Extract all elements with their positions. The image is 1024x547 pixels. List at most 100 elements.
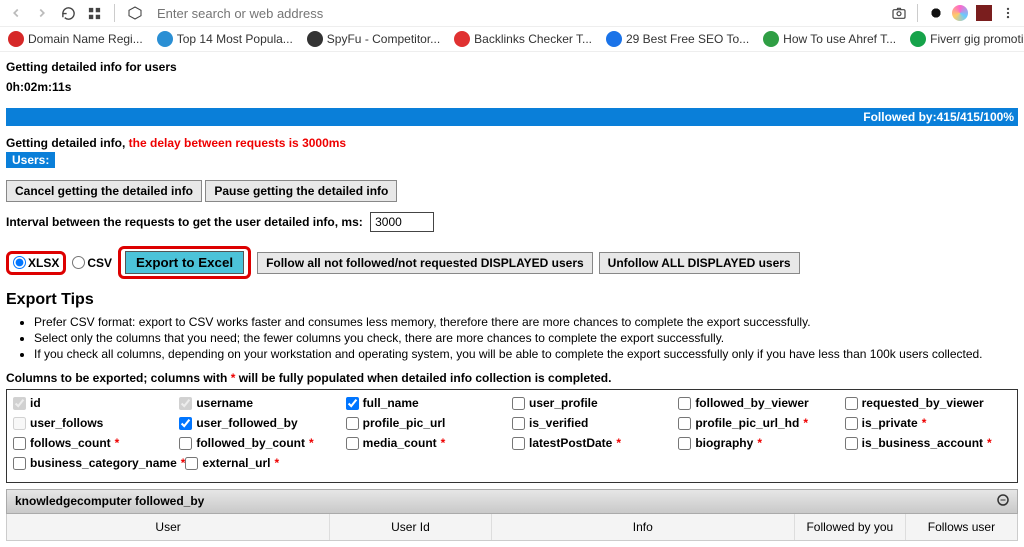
column-option[interactable]: requested_by_viewer (845, 396, 1011, 410)
column-checkbox[interactable] (13, 457, 26, 470)
ext-icon-1[interactable] (928, 5, 944, 21)
table-header-cell: Followed by you (795, 514, 906, 540)
export-tips-heading: Export Tips (6, 291, 1018, 309)
column-option[interactable]: media_count* (346, 436, 512, 450)
bookmark-item[interactable]: SpyFu - Competitor... (307, 31, 440, 47)
bookmark-item[interactable]: Domain Name Regi... (8, 31, 143, 47)
delay-value: the delay between requests is 3000ms (129, 136, 346, 150)
separator (114, 4, 115, 22)
export-button[interactable]: Export to Excel (125, 251, 244, 274)
column-checkbox[interactable] (845, 437, 858, 450)
column-label: username (196, 396, 253, 410)
columns-header: Columns to be exported; columns with * w… (6, 371, 1018, 385)
column-checkbox[interactable] (179, 417, 192, 430)
column-checkbox[interactable] (346, 417, 359, 430)
column-checkbox[interactable] (346, 437, 359, 450)
format-xlsx-radio[interactable] (13, 256, 26, 269)
bookmarks-bar: Domain Name Regi... Top 14 Most Popula...… (0, 27, 1024, 52)
bookmark-label: Backlinks Checker T... (474, 32, 592, 46)
pause-button[interactable]: Pause getting the detailed info (205, 180, 397, 202)
unfollow-all-button[interactable]: Unfollow ALL DISPLAYED users (599, 252, 800, 274)
format-csv-radio[interactable] (72, 256, 85, 269)
cancel-button[interactable]: Cancel getting the detailed info (6, 180, 202, 202)
column-checkbox[interactable] (346, 397, 359, 410)
column-label: latestPostDate (529, 436, 612, 450)
column-option[interactable]: is_business_account* (845, 436, 1011, 450)
reload-icon[interactable] (60, 5, 76, 21)
column-option[interactable]: biography* (678, 436, 844, 450)
column-checkbox[interactable] (678, 397, 691, 410)
tip-item: If you check all columns, depending on y… (34, 347, 1018, 361)
interval-input[interactable] (370, 212, 434, 232)
column-option[interactable]: is_private* (845, 416, 1011, 430)
table-header-cell: Info (492, 514, 795, 540)
column-option[interactable]: external_url* (185, 456, 350, 470)
column-label: id (30, 396, 41, 410)
column-checkbox[interactable] (179, 437, 192, 450)
required-star: * (309, 436, 314, 450)
interval-label: Interval between the requests to get the… (6, 215, 363, 229)
column-option[interactable]: user_followed_by (179, 416, 345, 430)
back-icon[interactable] (8, 5, 24, 21)
column-label: is_verified (529, 416, 588, 430)
ext-icon-3[interactable] (976, 5, 992, 21)
column-checkbox[interactable] (512, 397, 525, 410)
column-checkbox (13, 417, 26, 430)
columns-row: id username full_name user_profilefollowed_… (13, 396, 1011, 410)
column-option[interactable]: username (179, 396, 345, 410)
column-option[interactable]: user_follows (13, 416, 179, 430)
column-option[interactable]: full_name (346, 396, 512, 410)
column-checkbox[interactable] (185, 457, 198, 470)
table-header-cell: User Id (330, 514, 492, 540)
format-xlsx-label: XLSX (28, 256, 59, 270)
format-csv-label: CSV (87, 256, 112, 270)
column-option[interactable]: user_profile (512, 396, 678, 410)
column-checkbox[interactable] (512, 437, 525, 450)
column-checkbox (179, 397, 192, 410)
required-star: * (115, 436, 120, 450)
camera-icon[interactable] (891, 5, 907, 21)
bookmark-item[interactable]: Backlinks Checker T... (454, 31, 592, 47)
table-title-bar: knowledgecomputer followed_by (6, 489, 1018, 514)
column-option[interactable]: follows_count* (13, 436, 179, 450)
bookmark-item[interactable]: 29 Best Free SEO To... (606, 31, 749, 47)
cols-header-suffix: will be fully populated when detailed in… (235, 371, 611, 385)
forward-icon[interactable] (34, 5, 50, 21)
follow-all-button[interactable]: Follow all not followed/not requested DI… (257, 252, 593, 274)
column-option[interactable]: latestPostDate* (512, 436, 678, 450)
table-title: knowledgecomputer followed_by (15, 494, 204, 509)
column-label: profile_pic_url (363, 416, 446, 430)
column-option[interactable]: is_verified (512, 416, 678, 430)
column-option[interactable]: business_category_name* (13, 456, 185, 470)
bookmark-icon (763, 31, 779, 47)
column-option[interactable]: followed_by_viewer (678, 396, 844, 410)
ext-icon-2[interactable] (952, 5, 968, 21)
column-checkbox[interactable] (845, 397, 858, 410)
column-label: full_name (363, 396, 419, 410)
extension-icon[interactable] (127, 5, 143, 21)
delay-line: Getting detailed info, the delay between… (6, 136, 1018, 150)
column-checkbox[interactable] (845, 417, 858, 430)
column-checkbox[interactable] (13, 437, 26, 450)
column-option[interactable]: id (13, 396, 179, 410)
column-option[interactable]: profile_pic_url (346, 416, 512, 430)
columns-box: idusernamefull_nameuser_profilefollowed_… (6, 389, 1018, 483)
browser-toolbar (0, 0, 1024, 27)
column-label: is_private (862, 416, 918, 430)
bookmark-item[interactable]: Fiverr gig promotio... (910, 31, 1024, 47)
bookmark-item[interactable]: Top 14 Most Popula... (157, 31, 293, 47)
collapse-icon[interactable] (997, 494, 1009, 509)
menu-dots-icon[interactable] (1000, 5, 1016, 21)
column-label: followed_by_count (196, 436, 305, 450)
column-label: external_url (202, 456, 270, 470)
column-option[interactable]: profile_pic_url_hd* (678, 416, 844, 430)
column-option[interactable]: followed_by_count * (179, 436, 345, 450)
bookmark-icon (454, 31, 470, 47)
column-checkbox[interactable] (512, 417, 525, 430)
bookmark-item[interactable]: How To use Ahref T... (763, 31, 896, 47)
column-checkbox[interactable] (678, 437, 691, 450)
users-label: Users: (6, 152, 55, 168)
address-input[interactable] (153, 6, 881, 21)
column-checkbox[interactable] (678, 417, 691, 430)
apps-icon[interactable] (86, 5, 102, 21)
